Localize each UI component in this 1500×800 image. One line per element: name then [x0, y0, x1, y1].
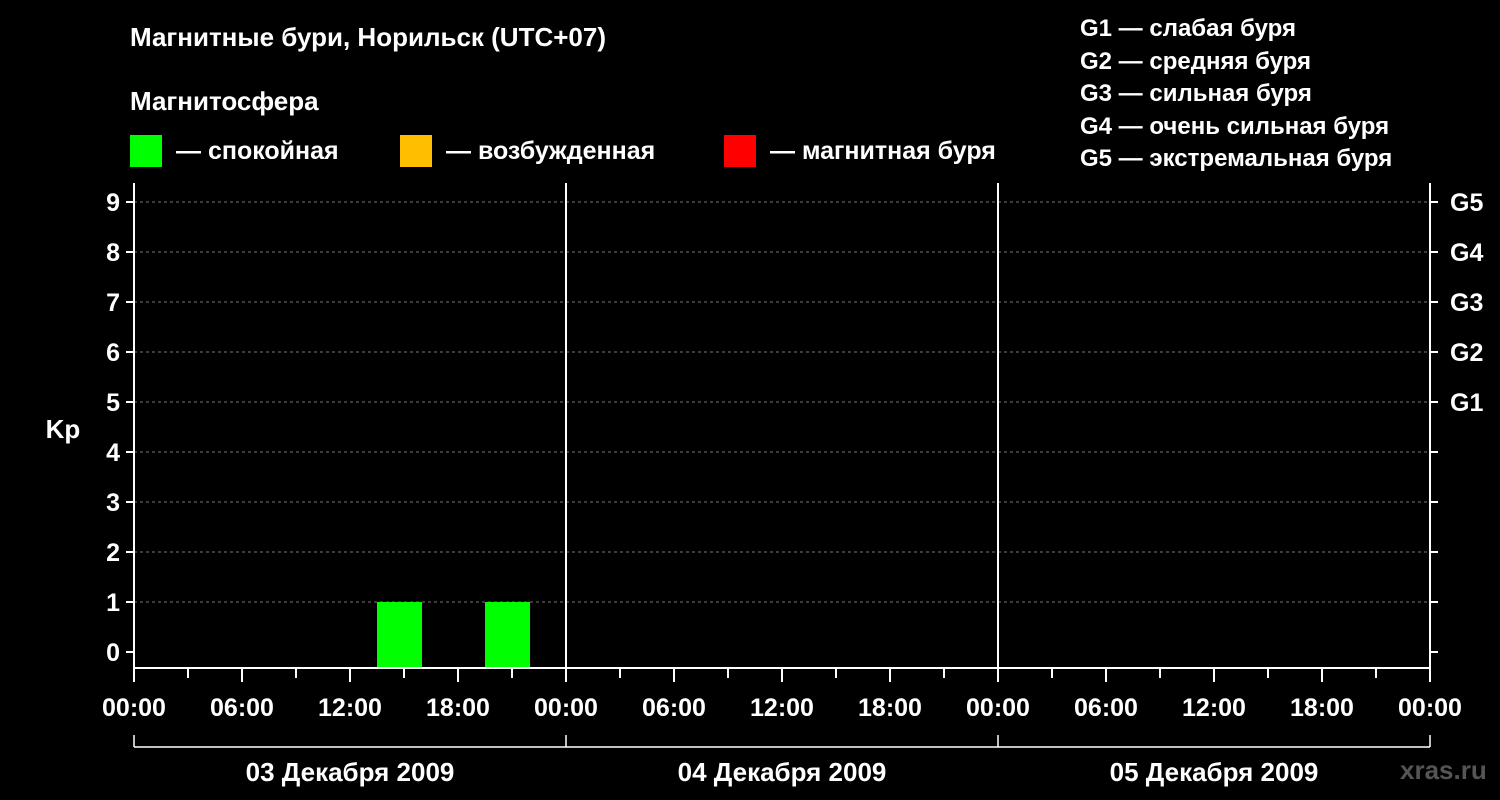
x-tick-label: 18:00 — [858, 694, 922, 722]
watermark: xras.ru — [1400, 755, 1487, 785]
x-tick-label: 06:00 — [210, 694, 274, 722]
y-tick-label: 6 — [106, 339, 120, 367]
y-tick-label: 8 — [106, 239, 120, 267]
g-level-label: G3 — [1450, 289, 1483, 317]
g-level-label: G5 — [1450, 189, 1483, 217]
x-tick-label: 00:00 — [966, 694, 1030, 722]
kp-chart: 0 1 2 3 4 5 6 7 8 9 G1 G2 G3 G4 G5 Kp 00:00 06:00 12:00 18:… — [46, 183, 1483, 787]
x-tick-label: 06:00 — [642, 694, 706, 722]
day-label: 03 Декабря 2009 — [246, 757, 455, 787]
y-tick-label: 0 — [106, 639, 120, 667]
g-level-label: G2 — [1450, 339, 1483, 367]
y-tick-label: 2 — [106, 539, 120, 567]
g-level-label: G1 — [1450, 389, 1483, 417]
day-label: 04 Декабря 2009 — [678, 757, 887, 787]
x-tick-label: 06:00 — [1074, 694, 1138, 722]
x-tick-label: 18:00 — [426, 694, 490, 722]
x-tick-label: 18:00 — [1290, 694, 1354, 722]
y-tick-label: 5 — [106, 389, 120, 417]
y-axis-title: Kp — [46, 414, 81, 444]
x-tick-label: 12:00 — [318, 694, 382, 722]
day-label: 05 Декабря 2009 — [1110, 757, 1319, 787]
g-level-label: G4 — [1450, 239, 1483, 267]
x-tick-label: 00:00 — [1398, 694, 1462, 722]
y-tick-label: 7 — [106, 289, 120, 317]
y-tick-label: 1 — [106, 589, 120, 617]
x-tick-label: 12:00 — [1182, 694, 1246, 722]
y-tick-label: 4 — [106, 439, 120, 467]
x-tick-label: 00:00 — [534, 694, 598, 722]
y-tick-label: 3 — [106, 489, 120, 517]
kp-bar — [377, 602, 422, 668]
kp-bar — [485, 602, 530, 668]
x-tick-label: 12:00 — [750, 694, 814, 722]
x-tick-label: 00:00 — [102, 694, 166, 722]
y-tick-label: 9 — [106, 189, 120, 217]
